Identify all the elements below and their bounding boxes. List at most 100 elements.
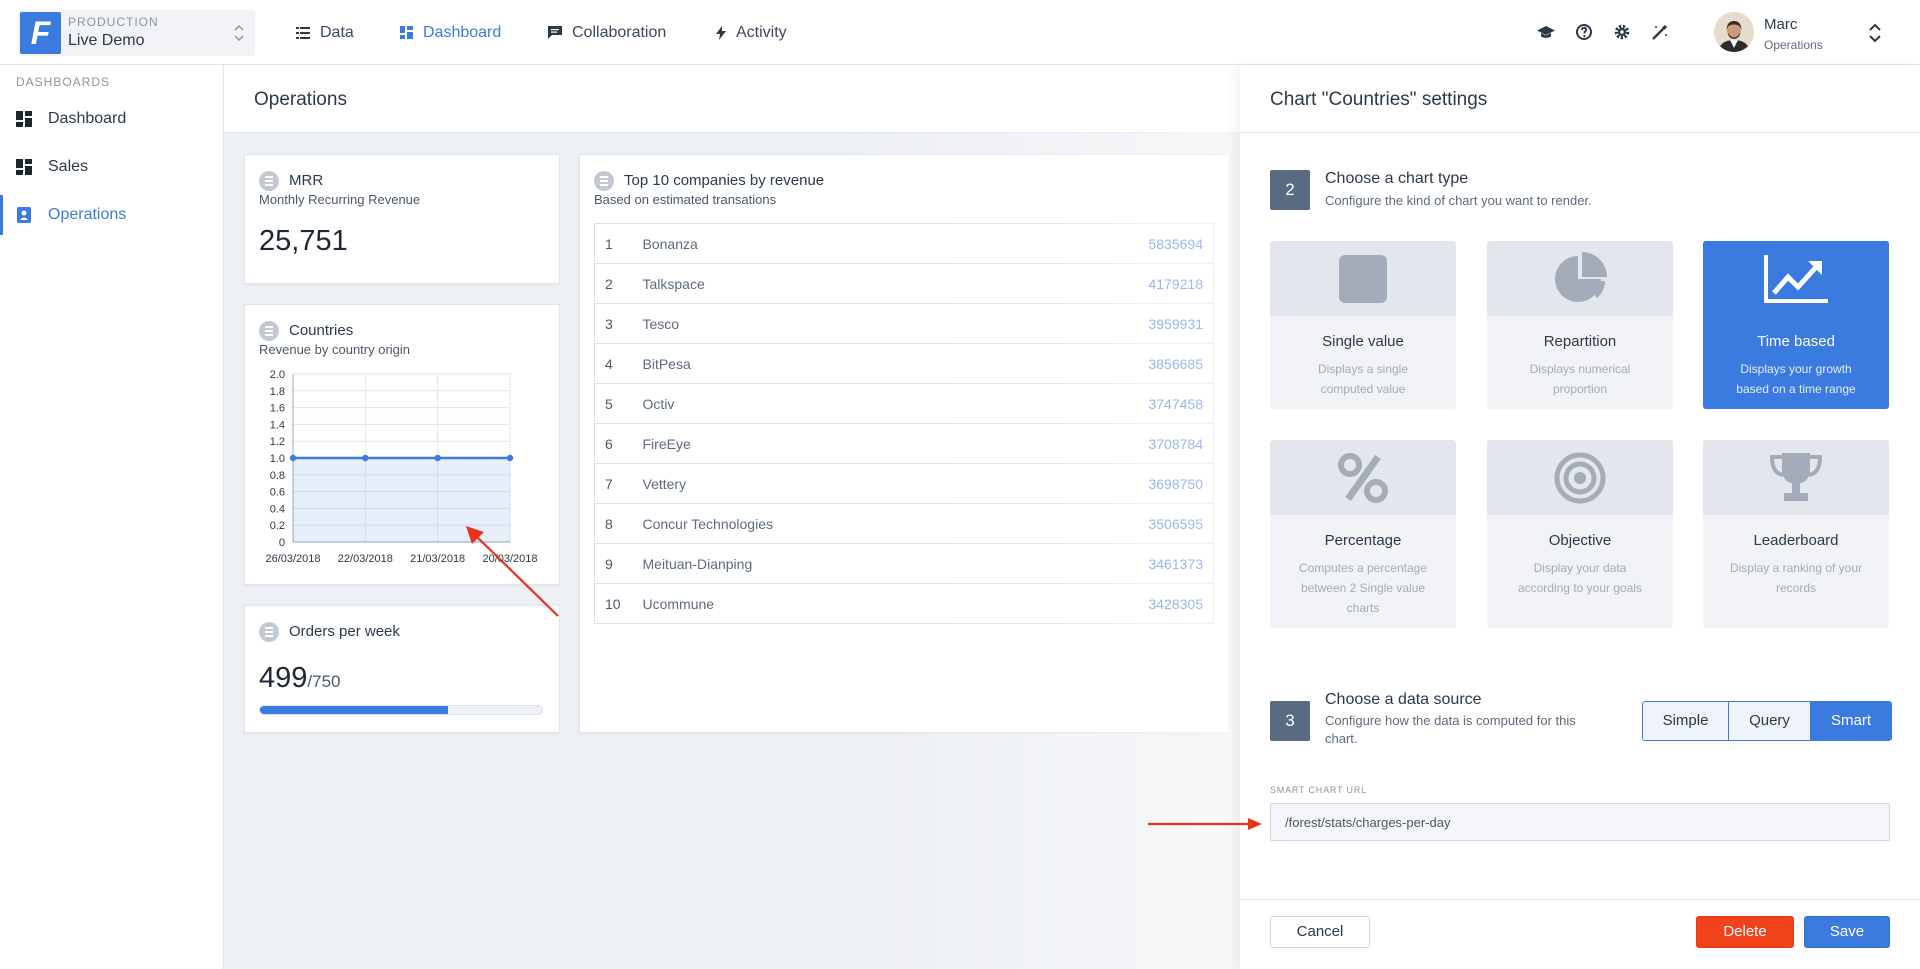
nav-dashboard[interactable]: Dashboard: [400, 0, 501, 65]
orders-progress-bar: [259, 705, 543, 715]
smart-url-input[interactable]: [1270, 803, 1890, 841]
data-point: [506, 454, 514, 462]
sidebar-item-operations[interactable]: Operations: [0, 195, 224, 235]
card-title: MRR: [289, 172, 324, 189]
sidebar-item-dashboard[interactable]: Dashboard: [0, 99, 224, 139]
forest-logo: F: [20, 12, 61, 54]
chart-type-percentage[interactable]: Percentage Computes a percentage between…: [1270, 440, 1456, 628]
delete-button[interactable]: Delete: [1696, 916, 1794, 948]
x-tick-label: 20/03/2018: [482, 553, 537, 565]
table-cell-value: 3959931: [1023, 303, 1214, 344]
environment-selector[interactable]: F PRODUCTION Live Demo: [18, 10, 255, 56]
tile-name: Time based: [1757, 333, 1835, 350]
orders-current: 499: [259, 662, 308, 694]
panel-header: Chart "Countries" settings: [1240, 65, 1920, 133]
mrr-card[interactable]: MRR Monthly Recurring Revenue 25,751: [244, 154, 560, 284]
save-button[interactable]: Save: [1804, 916, 1890, 948]
dashboard-main: Operations MRR Monthly Recurring Revenue…: [224, 65, 1240, 969]
tile-name: Repartition: [1543, 333, 1617, 350]
chart-type-time-based[interactable]: Time based Displays your growth based on…: [1703, 241, 1889, 409]
table-cell-name: Vettery: [642, 463, 1024, 504]
table-cell-value: 4179218: [1023, 263, 1214, 304]
smart-url-label: SMART CHART URL: [1270, 785, 1367, 795]
graduation-cap-icon[interactable]: [1536, 22, 1556, 42]
mrr-value: 25,751: [259, 225, 348, 257]
data-source-toggle: Simple Query Smart: [1642, 701, 1892, 741]
tile-desc: Display a ranking of your records: [1729, 561, 1863, 595]
contact-card-icon: [17, 207, 31, 223]
nav-collaboration[interactable]: Collaboration: [548, 0, 666, 65]
x-tick-label: 26/03/2018: [265, 553, 320, 565]
x-tick-label: 22/03/2018: [338, 553, 393, 565]
tile-name: Percentage: [1324, 532, 1402, 549]
user-name: Marc: [1764, 16, 1798, 33]
chevron-up-down-icon: [234, 24, 244, 42]
trophy-icon: [1769, 452, 1823, 501]
table-row[interactable]: 3 Tesco 3959931: [594, 303, 1214, 344]
sidebar-item-sales[interactable]: Sales: [0, 147, 224, 187]
y-tick-label: 0.4: [270, 503, 285, 515]
orders-card[interactable]: Orders per week 499/750: [244, 605, 560, 733]
percent-icon: [1338, 452, 1388, 503]
nav-data[interactable]: Data: [296, 0, 354, 65]
countries-card[interactable]: Countries Revenue by country origin 2.0 1…: [244, 304, 560, 585]
table-row[interactable]: 8 Concur Technologies 3506595: [594, 503, 1214, 544]
tile-name: Single value: [1322, 333, 1404, 350]
table-row[interactable]: 7 Vettery 3698750: [594, 463, 1214, 504]
source-smart-button[interactable]: Smart: [1811, 702, 1891, 740]
table-cell-rank: 9: [594, 543, 643, 584]
card-title: Top 10 companies by revenue: [624, 172, 825, 189]
chart-icon: [594, 171, 614, 191]
source-query-button[interactable]: Query: [1729, 702, 1811, 740]
top-bar: F PRODUCTION Live Demo Data Dashboard Co…: [0, 0, 1920, 65]
table-cell-rank: 3: [594, 303, 643, 344]
cancel-button[interactable]: Cancel: [1270, 916, 1370, 948]
chart-settings-panel: Chart "Countries" settings 2 Choose a ch…: [1240, 65, 1920, 969]
chart-type-objective[interactable]: Objective Display your data according to…: [1487, 440, 1673, 628]
step-2-badge: 2: [1270, 170, 1310, 210]
table-cell-name: Bonanza: [642, 223, 1024, 264]
environment-label: PRODUCTION: [68, 15, 159, 29]
environment-name: Live Demo: [68, 32, 145, 49]
tile-name: Leaderboard: [1753, 532, 1839, 549]
user-menu[interactable]: Marc Operations: [1714, 12, 1904, 54]
chart-type-single-value[interactable]: Single value Displays a single computed …: [1270, 241, 1456, 409]
table-cell-rank: 1: [594, 223, 643, 264]
table-cell-value: 3698750: [1023, 463, 1214, 504]
step-2-title: Choose a chart type: [1325, 170, 1469, 187]
gear-icon[interactable]: [1612, 22, 1632, 42]
chart-type-leaderboard[interactable]: Leaderboard Display a ranking of your re…: [1703, 440, 1889, 628]
target-icon: [1554, 452, 1606, 503]
table-row[interactable]: 5 Octiv 3747458: [594, 383, 1214, 424]
top10-card[interactable]: Top 10 companies by revenue Based on est…: [579, 154, 1230, 733]
sidebar-heading: DASHBOARDS: [16, 75, 111, 89]
source-simple-button[interactable]: Simple: [1643, 702, 1729, 740]
card-title: Orders per week: [289, 623, 400, 640]
y-tick-label: 1.8: [270, 386, 285, 398]
tile-desc: Computes a percentage between 2 Single v…: [1298, 561, 1428, 615]
help-icon[interactable]: [1574, 22, 1594, 42]
table-row[interactable]: 2 Talkspace 4179218: [594, 263, 1214, 304]
dashboard-header: Operations: [224, 65, 1240, 133]
y-tick-label: 1.6: [270, 403, 285, 415]
table-row[interactable]: 1 Bonanza 5835694: [594, 223, 1214, 264]
pie-icon: [1555, 251, 1607, 302]
table-row[interactable]: 9 Meituan-Dianping 3461373: [594, 543, 1214, 584]
chart-type-repartition[interactable]: Repartition Displays numerical proportio…: [1487, 241, 1673, 409]
panel-footer: Cancel Delete Save: [1240, 899, 1920, 969]
data-point: [362, 454, 369, 462]
table-row[interactable]: 10 Ucommune 3428305: [594, 583, 1214, 624]
step-3-title: Choose a data source: [1325, 691, 1482, 708]
table-cell-value: 5835694: [1023, 223, 1214, 264]
table-row[interactable]: 6 FireEye 3708784: [594, 423, 1214, 464]
lightning-icon: [716, 25, 726, 40]
sidebar-item-label: Operations: [48, 206, 127, 223]
user-role: Operations: [1764, 38, 1823, 52]
wand-icon[interactable]: [1650, 22, 1670, 42]
leaderboard-table: 1 Bonanza 5835694 2 Talkspace 4179218 3 Tesco 39…: [594, 223, 1214, 624]
nav-activity[interactable]: Activity: [716, 0, 787, 65]
tile-desc: Display your data according to your goal…: [1517, 561, 1643, 595]
table-cell-value: 3708784: [1023, 423, 1214, 464]
table-row[interactable]: 4 BitPesa 3856685: [594, 343, 1214, 384]
nav-data-label: Data: [320, 23, 354, 41]
